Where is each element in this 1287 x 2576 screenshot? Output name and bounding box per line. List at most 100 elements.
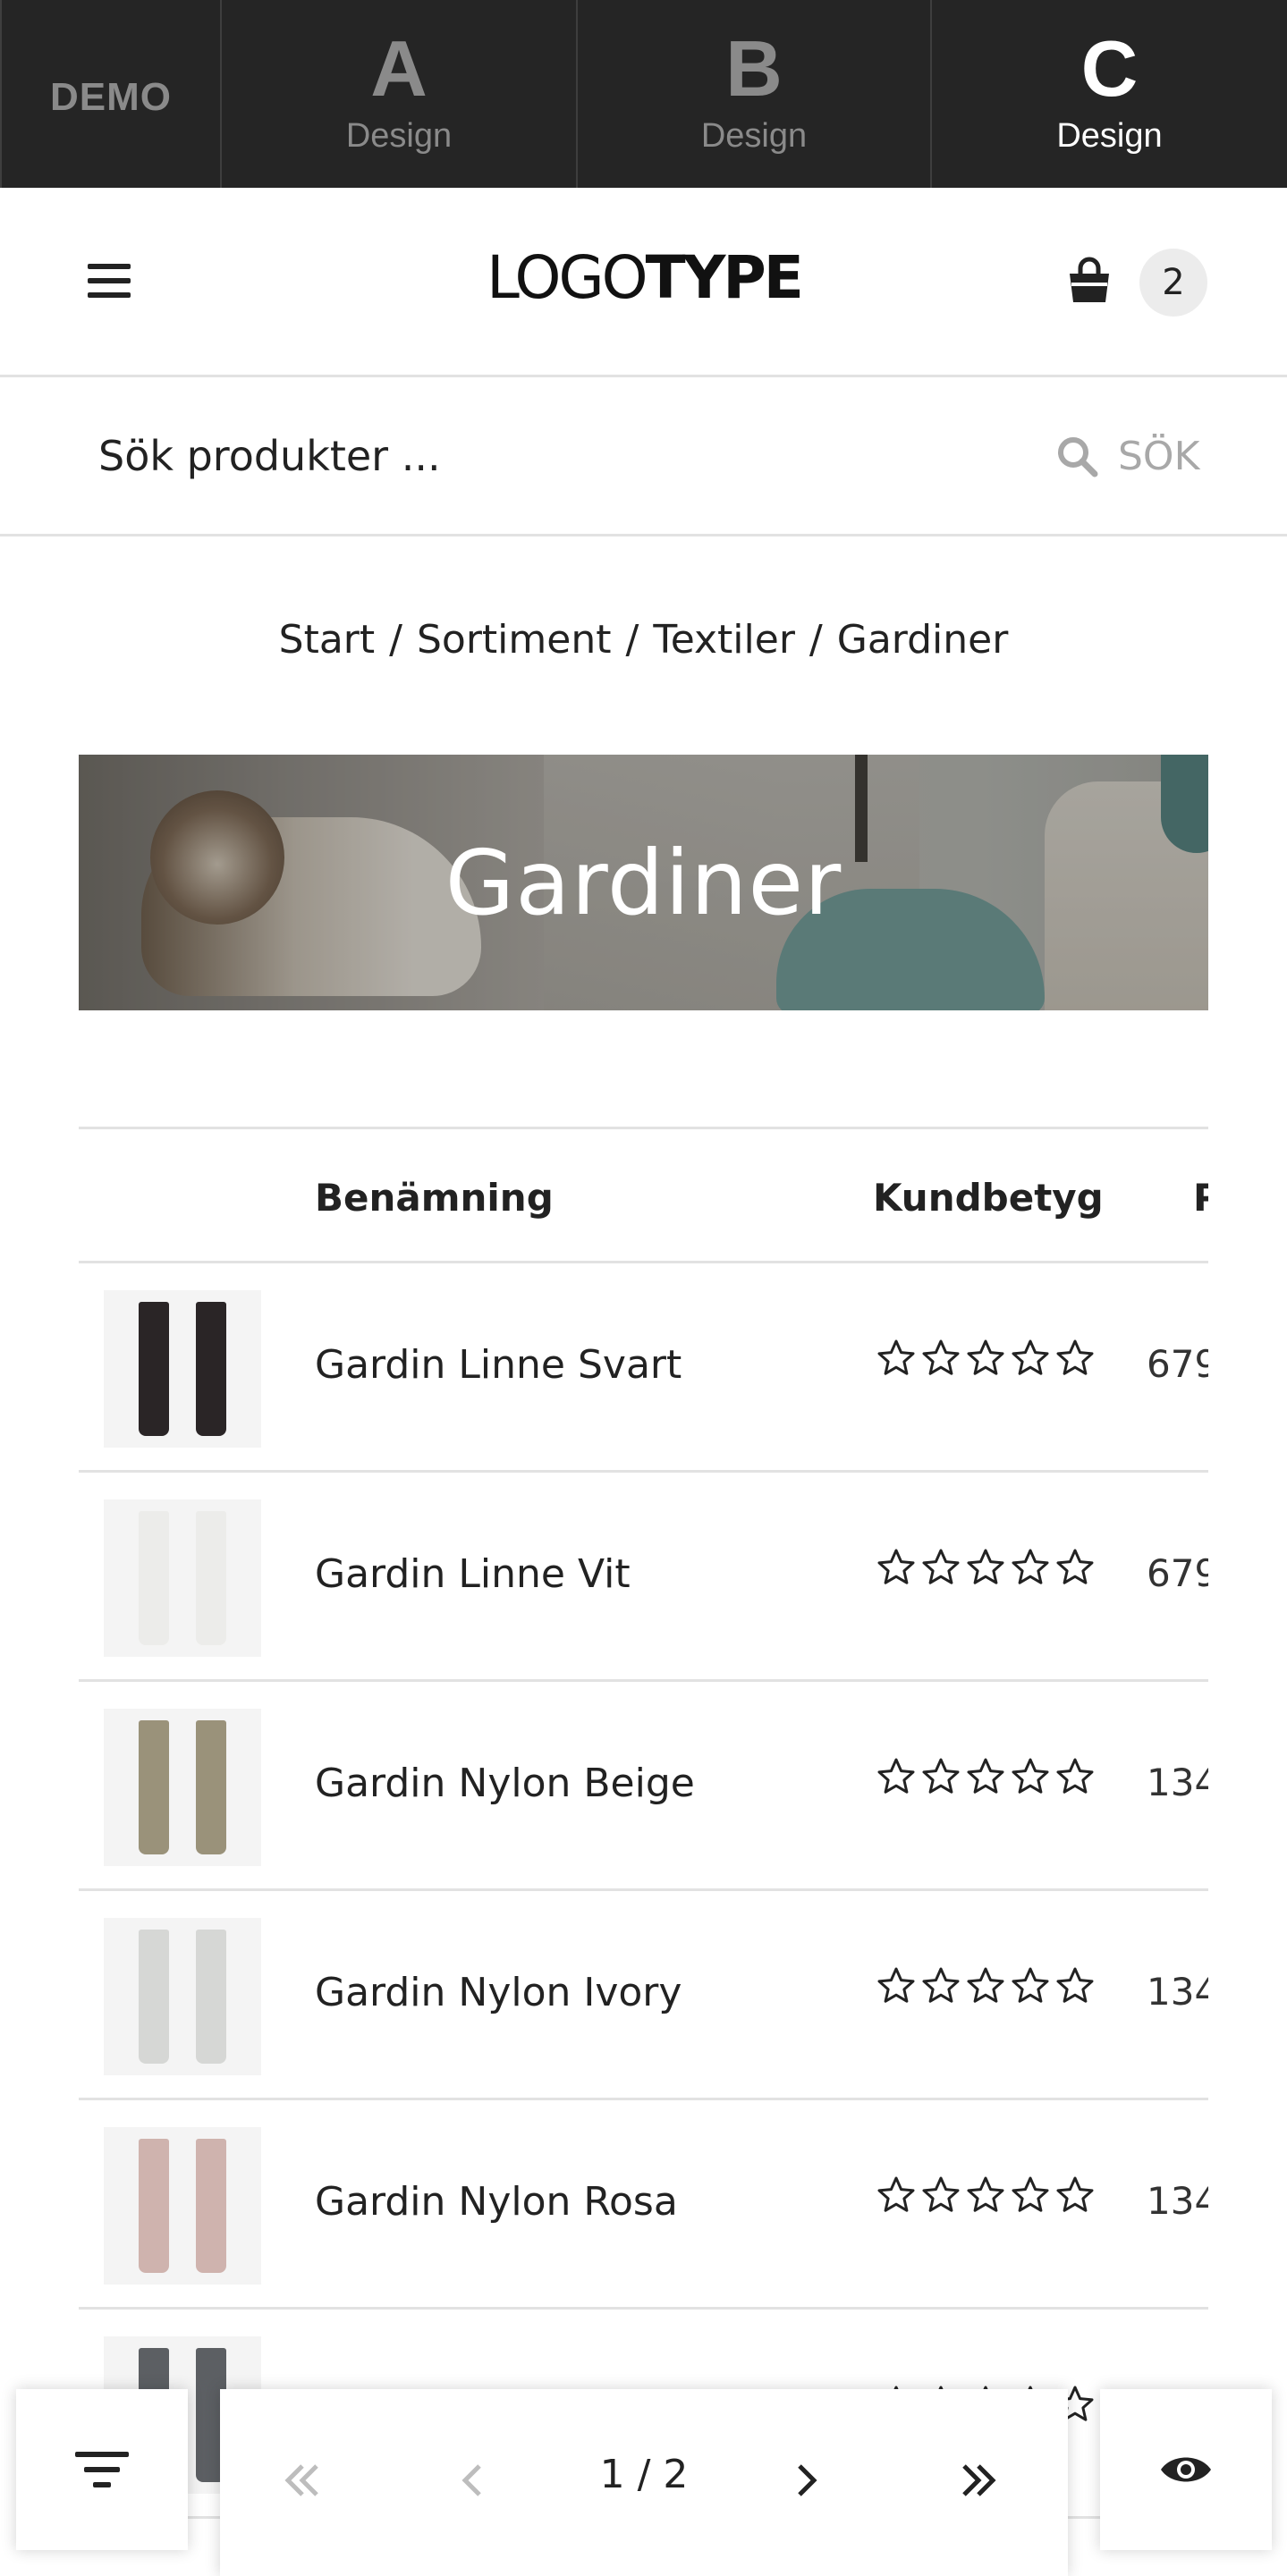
star-icon	[1012, 1549, 1049, 1584]
table-row[interactable]: Gardin Nylon Beige 134	[79, 1682, 1208, 1891]
star-icon	[922, 1758, 960, 1794]
search-icon	[1058, 437, 1098, 477]
table-header: Benämning Kundbetyg P	[79, 1129, 1208, 1263]
breadcrumb: Start / Sortiment / Textiler / Gardiner	[0, 617, 1287, 663]
breadcrumb-separator: /	[809, 617, 823, 663]
star-icon	[877, 1758, 915, 1794]
star-icon	[1056, 1549, 1094, 1584]
star-icon	[1056, 1967, 1094, 2003]
site-header: LOGOTYPE 2	[0, 188, 1287, 377]
star-icon	[922, 1339, 960, 1375]
star-icon	[1056, 1758, 1094, 1794]
page-indicator: 1 / 2	[599, 2452, 689, 2497]
star-icon	[877, 1967, 915, 2003]
breadcrumb-start[interactable]: Start	[279, 617, 376, 663]
design-c-word: Design	[1056, 116, 1163, 155]
last-page-button[interactable]	[941, 2443, 1016, 2518]
product-name[interactable]: Gardin Linne Vit	[315, 1551, 631, 1597]
star-icon	[967, 1758, 1004, 1794]
filter-button[interactable]	[16, 2389, 188, 2550]
breadcrumb-separator: /	[389, 617, 402, 663]
design-c-letter: C	[1080, 23, 1139, 113]
column-header-rating[interactable]: Kundbetyg	[873, 1176, 1104, 1220]
search-input[interactable]	[98, 422, 903, 490]
design-b-tab[interactable]: B Design	[578, 0, 932, 188]
column-header-name[interactable]: Benämning	[315, 1176, 554, 1220]
search-button[interactable]: SÖK	[1055, 422, 1199, 490]
logo[interactable]: LOGOTYPE	[483, 243, 805, 312]
rating-stars[interactable]	[876, 1339, 1095, 1378]
star-icon	[1012, 1967, 1049, 2003]
eye-icon	[1161, 2457, 1211, 2482]
product-name[interactable]: Gardin Nylon Beige	[315, 1761, 695, 1806]
cart-button[interactable]	[1061, 252, 1118, 309]
menu-button[interactable]	[80, 252, 138, 309]
star-icon	[1012, 2176, 1049, 2212]
breadcrumb-separator: /	[625, 617, 639, 663]
curtain-panel-image	[196, 2139, 226, 2273]
table-row[interactable]: Gardin Linne Svart 679	[79, 1263, 1208, 1473]
demo-label: DEMO	[50, 75, 172, 119]
rating-stars[interactable]	[876, 1548, 1095, 1587]
curtain-panel-image	[139, 1302, 169, 1436]
star-icon	[967, 1967, 1004, 2003]
previous-page-button[interactable]	[435, 2443, 510, 2518]
star-icon	[1056, 1339, 1094, 1375]
product-name[interactable]: Gardin Nylon Ivory	[315, 1970, 682, 2015]
rating-stars[interactable]	[876, 2175, 1095, 2215]
curtain-panel-image	[196, 1511, 226, 1645]
star-icon	[877, 2176, 915, 2212]
star-icon	[877, 1549, 915, 1584]
breadcrumb-gardiner: Gardiner	[836, 617, 1009, 663]
design-a-word: Design	[345, 116, 453, 155]
table-row[interactable]: Gardin Linne Vit 679	[79, 1473, 1208, 1682]
rating-stars[interactable]	[876, 1757, 1095, 1796]
product-thumbnail[interactable]	[104, 2127, 261, 2285]
search-button-label: SÖK	[1118, 433, 1200, 479]
product-price: 134	[1147, 1761, 1208, 1804]
curtain-panel-image	[139, 1511, 169, 1645]
star-icon	[922, 1967, 960, 2003]
chevron-left-icon	[461, 2464, 481, 2496]
curtain-panel-image	[196, 1930, 226, 2064]
product-price: 679	[1147, 1551, 1208, 1595]
design-c-tab[interactable]: C Design	[932, 0, 1287, 188]
breadcrumb-textiler[interactable]: Textiler	[653, 617, 795, 663]
design-a-tab[interactable]: A Design	[222, 0, 578, 188]
curtain-panel-image	[139, 1720, 169, 1854]
product-thumbnail[interactable]	[104, 1290, 261, 1448]
curtain-panel-image	[196, 1720, 226, 1854]
logo-light-text: LOGO	[487, 243, 648, 312]
star-icon	[877, 1339, 915, 1375]
next-page-button[interactable]	[769, 2443, 844, 2518]
curtain-panel-image	[196, 1302, 226, 1436]
star-icon	[967, 1339, 1004, 1375]
curtain-panel-image	[139, 2139, 169, 2273]
breadcrumb-sortiment[interactable]: Sortiment	[417, 617, 612, 663]
curtain-panel-image	[139, 1930, 169, 2064]
product-thumbnail[interactable]	[104, 1918, 261, 2075]
filter-icon	[75, 2452, 129, 2487]
design-b-word: Design	[700, 116, 808, 155]
table-row[interactable]: Gardin Nylon Rosa 134	[79, 2100, 1208, 2310]
view-toggle-button[interactable]	[1100, 2389, 1272, 2550]
product-price: 134	[1147, 2179, 1208, 2223]
design-a-letter: A	[370, 23, 428, 113]
product-name[interactable]: Gardin Linne Svart	[315, 1342, 682, 1388]
rating-stars[interactable]	[876, 1966, 1095, 2006]
shopping-bag-icon	[1070, 257, 1109, 302]
product-thumbnail[interactable]	[104, 1709, 261, 1866]
product-thumbnail[interactable]	[104, 1499, 261, 1657]
cart-count-badge[interactable]: 2	[1139, 249, 1207, 317]
product-name[interactable]: Gardin Nylon Rosa	[315, 2179, 678, 2225]
product-price: 134	[1147, 1970, 1208, 2014]
star-icon	[922, 2176, 960, 2212]
demo-design-bar: DEMO A Design B Design C Design	[0, 0, 1287, 188]
design-b-letter: B	[725, 23, 783, 113]
star-icon	[1012, 1758, 1049, 1794]
table-row[interactable]: Gardin Nylon Ivory 134	[79, 1891, 1208, 2100]
pagination: 1 / 2	[220, 2389, 1068, 2576]
hamburger-icon	[88, 264, 131, 298]
column-header-price[interactable]: P	[1193, 1176, 1208, 1220]
first-page-button[interactable]	[265, 2443, 340, 2518]
